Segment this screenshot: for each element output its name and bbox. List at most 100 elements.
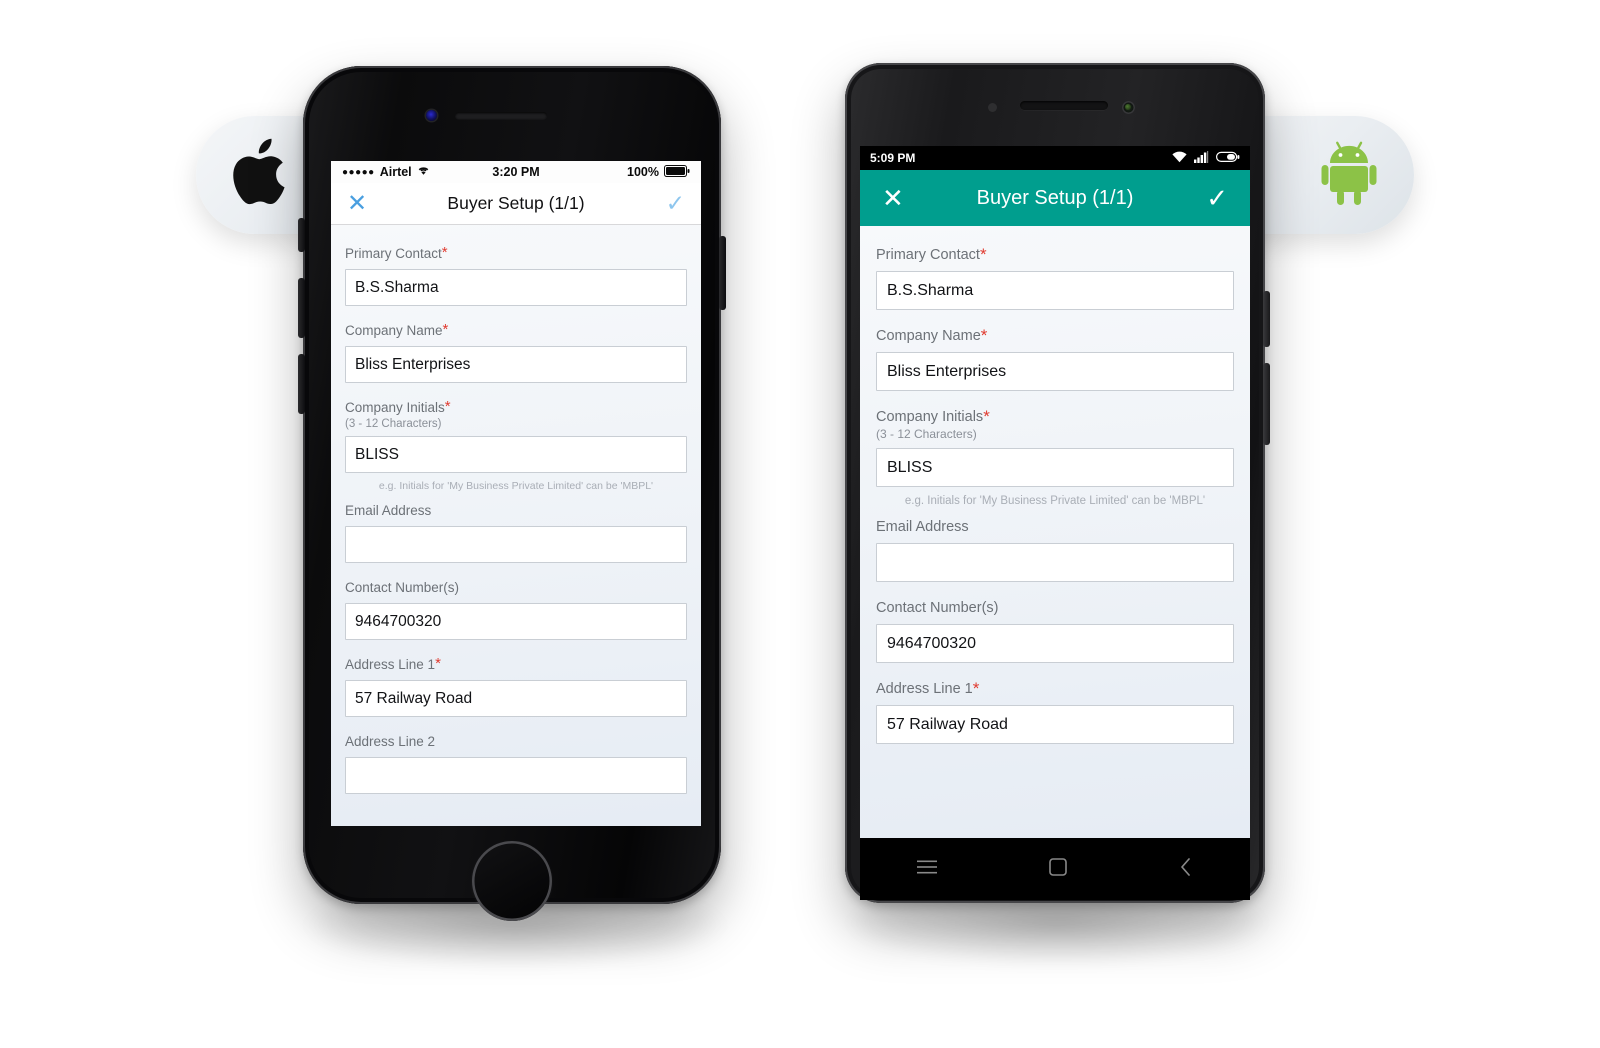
address-line-1-input[interactable]: 57 Railway Road [345, 680, 687, 717]
field-label: Company Initials [345, 400, 445, 415]
field-label: Email Address [345, 503, 432, 518]
field-label: Company Name [345, 323, 443, 338]
android-robot-icon [1318, 138, 1380, 213]
field-label: Address Line 2 [345, 734, 436, 749]
field-hint: e.g. Initials for 'My Business Private L… [378, 480, 654, 492]
contact-numbers-input[interactable]: 9464700320 [345, 603, 687, 640]
field-label: Primary Contact [876, 247, 980, 263]
company-initials-input[interactable]: BLISS [345, 436, 687, 473]
company-name-input[interactable]: Bliss Enterprises [876, 352, 1234, 391]
android-app-bar: ✕ Buyer Setup (1/1) ✓ [860, 170, 1250, 226]
required-asterisk: * [442, 321, 449, 338]
primary-contact-input[interactable]: B.S.Sharma [345, 269, 687, 306]
email-address-input[interactable] [876, 543, 1234, 582]
apple-logo-icon [230, 138, 288, 213]
menu-icon[interactable] [916, 859, 938, 880]
volume-down-button[interactable] [298, 354, 305, 414]
earpiece-speaker [455, 112, 547, 119]
primary-contact-input[interactable]: B.S.Sharma [876, 271, 1234, 310]
required-asterisk: * [979, 245, 987, 264]
iphone-screen: ●●●●● Airtel 3:20 PM 100% ✕ Buyer Setup … [331, 161, 701, 826]
required-asterisk: * [435, 655, 441, 672]
android-nav-bar [860, 838, 1250, 900]
input-value: 57 Railway Road [355, 689, 473, 707]
input-value: BLISS [355, 445, 399, 463]
front-camera-icon [1122, 101, 1135, 114]
required-asterisk: * [983, 407, 990, 426]
ios-nav-bar: ✕ Buyer Setup (1/1) ✓ [331, 183, 701, 225]
power-button[interactable] [1263, 291, 1270, 347]
wifi-icon [1172, 151, 1187, 166]
comparison-stage: ●●●●● Airtel 3:20 PM 100% ✕ Buyer Setup … [0, 0, 1600, 1048]
volume-rocker-button[interactable] [1263, 363, 1270, 445]
field-primary-contact: Primary Contact* B.S.Sharma [876, 246, 1234, 310]
field-label: Address Line 1 [345, 657, 436, 672]
android-device: 5:09 PM ✕ Buyer Setup (1/1) ✓ Primary Co… [845, 63, 1270, 903]
android-form-body: Primary Contact* B.S.Sharma Company Name… [860, 226, 1250, 838]
input-value: Bliss Enterprises [355, 355, 471, 373]
front-camera-icon [426, 110, 437, 121]
field-contact-numbers: Contact Number(s) 9464700320 [345, 579, 687, 640]
android-clock: 5:09 PM [870, 151, 916, 165]
company-name-input[interactable]: Bliss Enterprises [345, 346, 687, 383]
iphone-device: ●●●●● Airtel 3:20 PM 100% ✕ Buyer Setup … [298, 66, 726, 921]
field-sublabel: (3 - 12 Characters) [876, 427, 977, 441]
field-email-address: Email Address [345, 502, 687, 563]
close-icon[interactable]: ✕ [882, 185, 904, 211]
input-value: B.S.Sharma [355, 278, 439, 296]
contact-numbers-input[interactable]: 9464700320 [876, 624, 1234, 663]
proximity-sensor [988, 103, 997, 112]
input-value: 9464700320 [887, 634, 976, 652]
field-label: Primary Contact [345, 246, 442, 261]
input-value: 9464700320 [355, 612, 442, 630]
field-primary-contact: Primary Contact* B.S.Sharma [345, 245, 687, 306]
field-address-line-1: Address Line 1* 57 Railway Road [876, 680, 1234, 744]
field-label: Contact Number(s) [876, 600, 999, 616]
field-company-initials: Company Initials* (3 - 12 Characters) BL… [876, 408, 1234, 507]
field-company-initials: Company Initials* (3 - 12 Characters) BL… [345, 399, 687, 492]
close-icon[interactable]: ✕ [347, 191, 367, 216]
field-label: Company Initials [876, 409, 984, 425]
field-company-name: Company Name* Bliss Enterprises [876, 327, 1234, 391]
address-line-1-input[interactable]: 57 Railway Road [876, 705, 1234, 744]
check-icon[interactable]: ✓ [666, 192, 685, 215]
field-email-address: Email Address [876, 518, 1234, 582]
page-title: Buyer Setup (1/1) [447, 193, 585, 213]
field-label: Contact Number(s) [345, 580, 460, 595]
input-value: 57 Railway Road [887, 715, 1008, 733]
field-contact-numbers: Contact Number(s) 9464700320 [876, 599, 1234, 663]
android-screen: 5:09 PM ✕ Buyer Setup (1/1) ✓ Primary Co… [860, 146, 1250, 838]
input-value: Bliss Enterprises [887, 362, 1007, 380]
required-asterisk: * [441, 244, 448, 261]
field-label: Address Line 1 [876, 681, 973, 697]
earpiece-speaker [1020, 101, 1108, 110]
required-asterisk: * [980, 326, 988, 345]
field-sublabel: (3 - 12 Characters) [345, 418, 442, 430]
ios-status-bar: ●●●●● Airtel 3:20 PM 100% [331, 161, 701, 183]
back-chevron-icon[interactable] [1178, 857, 1194, 882]
silent-switch[interactable] [298, 218, 305, 252]
field-hint: e.g. Initials for 'My Business Private L… [904, 495, 1206, 507]
home-button[interactable] [472, 841, 552, 921]
email-address-input[interactable] [345, 526, 687, 563]
required-asterisk: * [972, 679, 980, 698]
ios-form-body: Primary Contact* B.S.Sharma Company Name… [331, 225, 701, 826]
cellular-signal-icon [1194, 150, 1209, 166]
input-value: BLISS [887, 458, 933, 476]
input-value: B.S.Sharma [887, 281, 974, 299]
field-address-line-2: Address Line 2 [345, 733, 687, 794]
company-initials-input[interactable]: BLISS [876, 448, 1234, 487]
page-title: Buyer Setup (1/1) [976, 186, 1134, 209]
battery-icon [1216, 151, 1240, 166]
required-asterisk: * [444, 398, 451, 415]
android-status-bar: 5:09 PM [860, 146, 1250, 170]
check-icon[interactable]: ✓ [1206, 185, 1228, 211]
field-label: Company Name [876, 328, 981, 344]
home-square-icon[interactable] [1049, 857, 1067, 881]
volume-up-button[interactable] [298, 278, 305, 338]
field-company-name: Company Name* Bliss Enterprises [345, 322, 687, 383]
address-line-2-input[interactable] [345, 757, 687, 794]
power-button[interactable] [719, 236, 726, 310]
ios-clock: 3:20 PM [492, 165, 540, 179]
field-address-line-1: Address Line 1* 57 Railway Road [345, 656, 687, 717]
